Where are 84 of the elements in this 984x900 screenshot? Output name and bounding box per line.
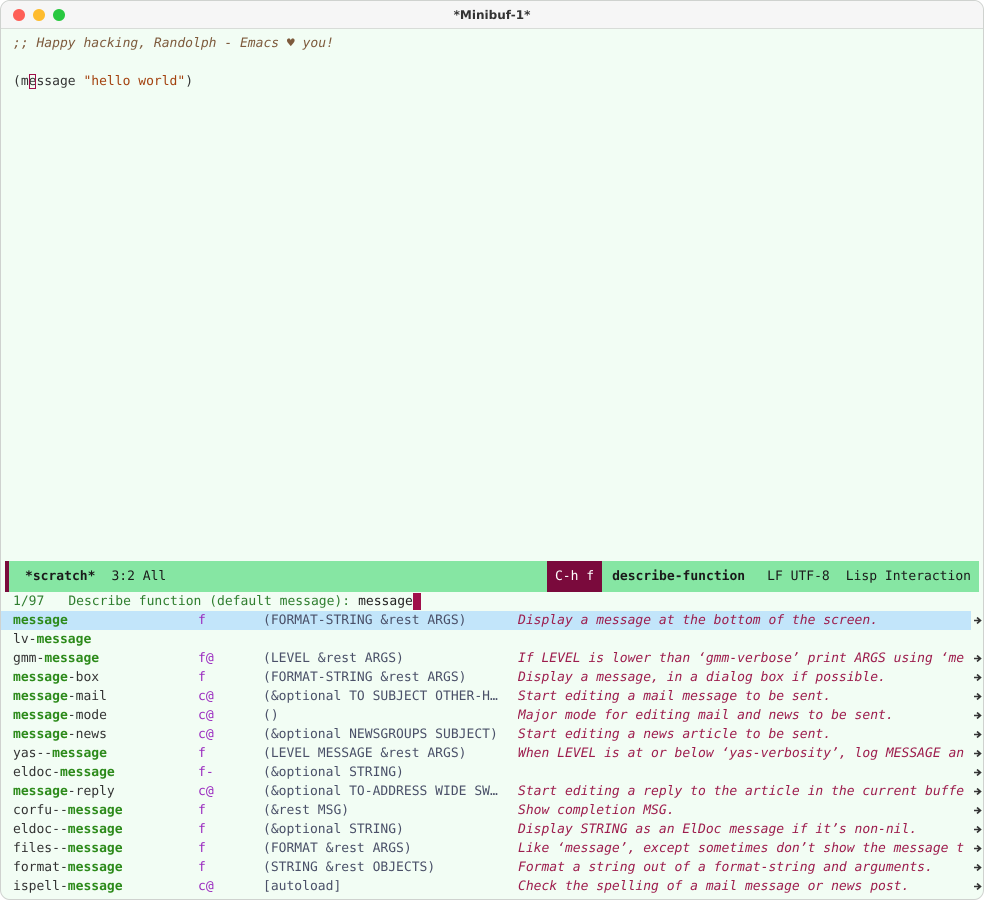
candidate-name: eldoc--message <box>13 822 124 837</box>
candidate-doc: Start editing a reply to the article in the current buffe <box>518 784 964 799</box>
candidate-name: yas--message <box>13 746 108 761</box>
candidate-kind: c@ <box>198 879 214 894</box>
candidate-kind: f <box>198 841 206 856</box>
buffer-name: *scratch* <box>24 569 96 584</box>
candidate-kind: f- <box>198 765 214 780</box>
candidate-kind: f <box>198 670 206 685</box>
candidate-args: [autoload] <box>263 879 342 894</box>
candidate-row[interactable]: ispell-message c@ [autoload] Check the spelling of a mail message or news post. <box>1 877 971 896</box>
candidate-args: (&optional NEWSGROUPS SUBJECT) <box>263 727 498 742</box>
candidate-doc: Start editing a mail message to be sent. <box>518 689 832 704</box>
candidate-row[interactable]: message-box f (FORMAT-STRING &rest ARGS) Display a message, in a dialog box if possible. <box>1 668 971 687</box>
candidate-args: (FORMAT-STRING &rest ARGS) <box>263 613 466 628</box>
candidate-name: corfu--message <box>13 803 124 818</box>
candidate-row[interactable]: format-message f (STRING &rest OBJECTS) Format a string out of a format-string and arguments. <box>1 858 971 877</box>
candidate-name: message-mode <box>13 708 108 723</box>
command-name: describe-function <box>611 569 746 584</box>
candidate-row[interactable]: yas--message f (LEVEL MESSAGE &rest ARGS) When LEVEL is at or below ‘yas-verbosity’, log MESSAGE an <box>1 744 971 763</box>
candidate-args: () <box>263 708 279 723</box>
candidate-doc: Format a string out of a format-string and arguments. <box>518 860 933 875</box>
candidate-name: message-mail <box>13 689 108 704</box>
candidate-doc: Major mode for editing mail and news to be sent. <box>518 708 894 723</box>
candidate-args: (&optional TO SUBJECT OTHER-H… <box>263 689 498 704</box>
candidate-args: (&optional TO-ADDRESS WIDE SW… <box>263 784 498 799</box>
encoding: LF UTF-8 <box>767 569 831 584</box>
candidate-name: message-reply <box>13 784 116 799</box>
candidate-kind: c@ <box>198 784 214 799</box>
candidate-name: ispell-message <box>13 879 124 894</box>
candidate-doc: Show completion MSG. <box>518 803 675 818</box>
candidate-row[interactable]: message-news c@ (&optional NEWSGROUPS SUBJECT) Start editing a news article to be sent. <box>1 725 971 744</box>
candidate-row[interactable]: corfu--message f (&rest MSG) Show completion MSG. <box>1 801 971 820</box>
candidate-kind: f <box>198 860 206 875</box>
candidate-name: format-message <box>13 860 124 875</box>
candidate-args: (&optional STRING) <box>263 822 404 837</box>
candidate-doc: Display a message, in a dialog box if possible. <box>518 670 886 685</box>
candidate-doc: If LEVEL is lower than ‘gmm-verbose’ print ARGS using ‘me <box>518 651 964 666</box>
candidate-row[interactable]: message-mail c@ (&optional TO SUBJECT OTHER-H… Start editing a mail message to be sent. <box>1 687 971 706</box>
candidate-doc: Like ‘message’, except sometimes don’t show the message t <box>518 841 964 856</box>
candidate-kind: f <box>198 746 206 761</box>
prompt-text: Describe function (default message): <box>67 594 352 609</box>
candidate-name: message-news <box>13 727 108 742</box>
candidate-args: (FORMAT &rest ARGS) <box>263 841 412 856</box>
candidate-row[interactable]: message-reply c@ (&optional TO-ADDRESS WIDE SW… Start editing a reply to the article in the current buffe <box>1 782 971 801</box>
candidate-doc: Start editing a news article to be sent. <box>518 727 832 742</box>
candidate-kind: c@ <box>198 708 214 723</box>
candidate-kind: f <box>198 613 206 628</box>
candidate-args: (LEVEL &rest ARGS) <box>263 651 404 666</box>
candidate-doc: Display STRING as an ElDoc message if it’s non-nil. <box>518 822 918 837</box>
comment-line: ;; Happy hacking, Randolph - Emacs ♥ you! <box>13 35 334 53</box>
major-mode: Lisp Interaction <box>846 569 972 584</box>
candidate-doc: Display a message at the bottom of the screen. <box>518 613 878 628</box>
candidate-kind: f <box>198 822 206 837</box>
minimize-icon[interactable] <box>33 8 45 20</box>
candidate-kind: c@ <box>198 689 214 704</box>
candidate-name: message <box>13 613 69 628</box>
candidate-row[interactable]: eldoc-message f- (&optional STRING) <box>1 763 971 782</box>
key-sequence: C-h f <box>546 561 602 592</box>
candidate-name: message-box <box>13 670 100 685</box>
close-icon[interactable] <box>13 8 25 20</box>
candidate-args: (FORMAT-STRING &rest ARGS) <box>263 670 466 685</box>
candidate-name: gmm-message <box>13 651 100 666</box>
candidate-args: (&rest MSG) <box>263 803 350 818</box>
candidate-row[interactable]: eldoc--message f (&optional STRING) Display STRING as an ElDoc message if it’s non-nil. <box>1 820 971 839</box>
candidate-row[interactable]: lv-message <box>1 630 971 649</box>
candidate-name: lv-message <box>13 632 92 647</box>
minibuffer-input[interactable]: message <box>358 593 421 610</box>
candidate-name: files--message <box>13 841 124 856</box>
candidate-doc: Check the spelling of a mail message or news post. <box>518 879 910 894</box>
cursor-position: 3:2 All <box>111 569 166 584</box>
candidate-args: (&optional STRING) <box>263 765 404 780</box>
candidate-name: eldoc-message <box>13 765 116 780</box>
candidate-kind: f <box>198 803 206 818</box>
candidate-args: (STRING &rest OBJECTS) <box>263 860 436 875</box>
candidate-row[interactable]: message-mode c@ () Major mode for editing mail and news to be sent. <box>1 706 971 725</box>
candidate-row[interactable]: files--message f (FORMAT &rest ARGS) Like ‘message’, except sometimes don’t show the message t <box>1 839 971 858</box>
match-count: 1/97 <box>13 594 44 609</box>
maximize-icon[interactable] <box>53 8 65 20</box>
candidate-kind: c@ <box>198 727 214 742</box>
window-title: *Minibuf-1* <box>454 8 530 22</box>
candidate-row[interactable]: gmm-message f@ (LEVEL &rest ARGS) If LEVEL is lower than ‘gmm-verbose’ print ARGS using ‘me <box>1 649 971 668</box>
candidate-args: (LEVEL MESSAGE &rest ARGS) <box>263 746 466 761</box>
candidate-doc: When LEVEL is at or below ‘yas-verbosity’, log MESSAGE an <box>518 746 964 761</box>
candidate-kind: f@ <box>198 651 214 666</box>
